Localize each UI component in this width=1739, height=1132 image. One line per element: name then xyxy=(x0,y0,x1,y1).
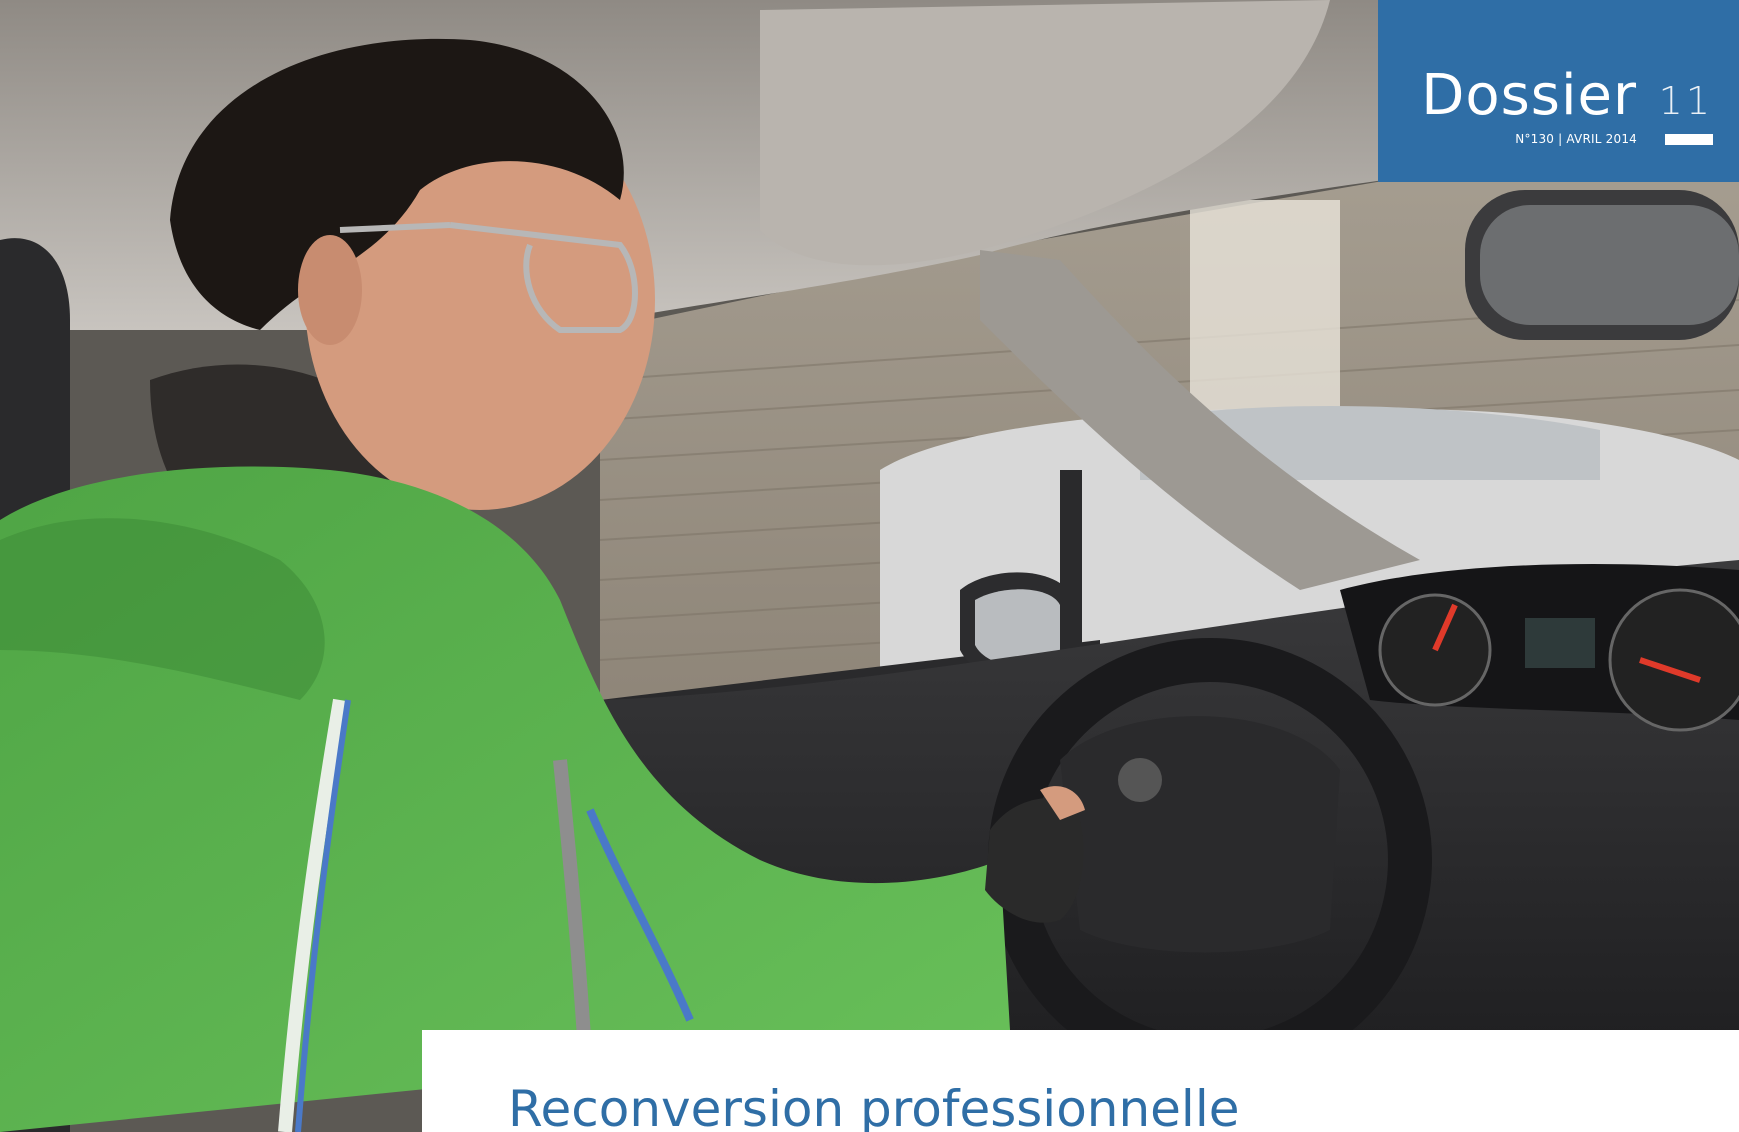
article-panel: Reconversion professionnelle xyxy=(422,1030,1739,1132)
issue-info: N°130 | AVRIL 2014 xyxy=(1515,132,1637,146)
page-number: 11 xyxy=(1658,79,1713,123)
article-title: Reconversion professionnelle xyxy=(508,1080,1240,1132)
section-title: Dossier xyxy=(1421,63,1637,128)
page-number-bar xyxy=(1665,134,1713,145)
section-header: Dossier N°130 | AVRIL 2014 11 xyxy=(1378,0,1739,182)
magazine-page: Dossier N°130 | AVRIL 2014 11 Reconversi… xyxy=(0,0,1739,1132)
